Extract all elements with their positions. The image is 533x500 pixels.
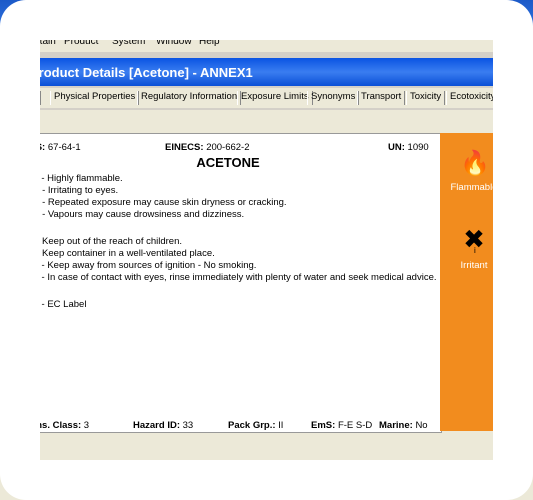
tab-regulatory-information[interactable]: Regulatory Information xyxy=(137,91,242,105)
packing-group: Pack Grp.: II xyxy=(228,420,284,431)
tab-synonyms[interactable]: Synonyms xyxy=(307,91,360,105)
print-button[interactable]: ⎙ Print... xyxy=(393,467,439,487)
risk-phrase: R11 - Highly flammable. xyxy=(22,173,123,184)
app-title: ...emSoft xyxy=(10,6,65,21)
tab-transport[interactable]: Transport xyxy=(357,91,406,105)
other-phrase: P16 - EC Label xyxy=(22,299,87,310)
window-title-bar[interactable]: ✦ Product Details [Acetone] - ANNEX1 × xyxy=(0,58,533,86)
product-icon: ✦ xyxy=(12,65,23,79)
hazard-label-irritant: Irritant xyxy=(460,260,488,271)
binoculars-icon: ⚲ xyxy=(152,468,162,480)
new-button[interactable]: ◇ New... xyxy=(194,467,239,487)
menu-product[interactable]: Product xyxy=(64,36,98,47)
window-title: Product Details [Acetone] - ANNEX1 xyxy=(30,65,253,80)
toolbar-separator xyxy=(283,465,284,487)
menu-window[interactable]: Window xyxy=(156,36,192,47)
un-field: UN: 1090 xyxy=(388,142,429,153)
save-button[interactable]: ▭ Save xyxy=(240,467,280,487)
tab-strip: Details Physical Properties Regulatory I… xyxy=(0,88,533,108)
hazard-label-flammable: Flammable xyxy=(450,182,498,193)
product-name: ACETONE xyxy=(196,155,260,170)
cas-field: CAS: 67-64-1 xyxy=(22,142,81,153)
toolbar-separator xyxy=(387,465,388,487)
menu-file[interactable]: ...le xyxy=(2,36,18,47)
menu-help[interactable]: Help xyxy=(199,36,220,47)
flame-icon: 🔥 xyxy=(460,150,490,177)
tab-ecotoxicity[interactable]: Ecotoxicity xyxy=(446,91,500,105)
close-icon: ◆ xyxy=(454,468,464,480)
safety-phrase: S2 - Keep out of the reach of children. xyxy=(22,236,183,247)
einecs-field: EINECS: 200-662-2 xyxy=(165,142,250,153)
tab-physical-properties[interactable]: Physical Properties xyxy=(50,91,140,105)
eraser-icon: ◇ xyxy=(196,468,206,480)
risk-phrase: R36 - Irritating to eyes. xyxy=(22,185,119,196)
menu-system[interactable]: System xyxy=(112,36,145,47)
document-icon: ▤ xyxy=(290,468,302,480)
bottom-toolbar: ⚲ Find ◇ New... ▭ Save ▤ SDS... ▦ Calc... ⎙ Pr… xyxy=(0,450,533,500)
marine-pollutant: Marine: No xyxy=(379,420,428,431)
calculator-icon: ▦ xyxy=(343,468,355,480)
menu-bar: ...le Maintain Product System Window Hel… xyxy=(0,32,533,52)
tab-label[interactable]: Label xyxy=(497,89,529,107)
calc-button[interactable]: ▦ Calc... xyxy=(342,467,388,487)
tab-exposure-limits[interactable]: Exposure Limits xyxy=(237,91,313,105)
menu-maintain[interactable]: Maintain xyxy=(18,36,56,47)
trans-class: Trans. Class: 3 xyxy=(22,420,90,431)
safety-phrase: S26 - In case of contact with eyes, rins… xyxy=(22,272,437,283)
printer-icon: ⎙ xyxy=(395,467,405,479)
find-button[interactable]: ⚲ Find xyxy=(150,467,186,487)
irritant-subscript: i xyxy=(474,246,476,255)
screen: ...emSoft ...le Maintain Product System … xyxy=(0,0,533,500)
label-card: CAS: 67-64-1 EINECS: 200-662-2 UN: 1090 … xyxy=(14,133,442,433)
sds-button[interactable]: ▤ SDS... xyxy=(289,467,335,487)
risk-phrase: R66 - Repeated exposure may cause skin d… xyxy=(22,197,287,208)
risk-phrase: R67 - Vapours may cause drowsiness and d… xyxy=(22,209,245,220)
toolbar-separator xyxy=(445,465,446,487)
safety-phrase: S16 - Keep away from sources of ignition… xyxy=(22,260,257,271)
safety-phrase: S9 - Keep container in a well-ventilated… xyxy=(22,248,215,259)
hazard-id: Hazard ID: 33 xyxy=(133,420,194,431)
toolbar-separator xyxy=(236,465,237,487)
toolbar-separator xyxy=(337,465,338,487)
close-toolbar-button[interactable]: ◆ Cl... xyxy=(452,467,487,487)
hazard-symbols-panel: 🔥 Flammable ✖ i Irritant xyxy=(440,133,508,431)
tab-toxicity[interactable]: Toxicity xyxy=(406,91,446,105)
app-title-bar: ...emSoft xyxy=(0,0,533,32)
label-panel: CAS: 67-64-1 EINECS: 200-662-2 UN: 1090 … xyxy=(0,110,533,450)
disk-icon: ▭ xyxy=(241,468,253,480)
tab-details[interactable]: Details xyxy=(4,91,42,105)
ems-code: EmS: F-E S-D xyxy=(311,420,373,431)
close-button[interactable]: × xyxy=(518,64,533,82)
